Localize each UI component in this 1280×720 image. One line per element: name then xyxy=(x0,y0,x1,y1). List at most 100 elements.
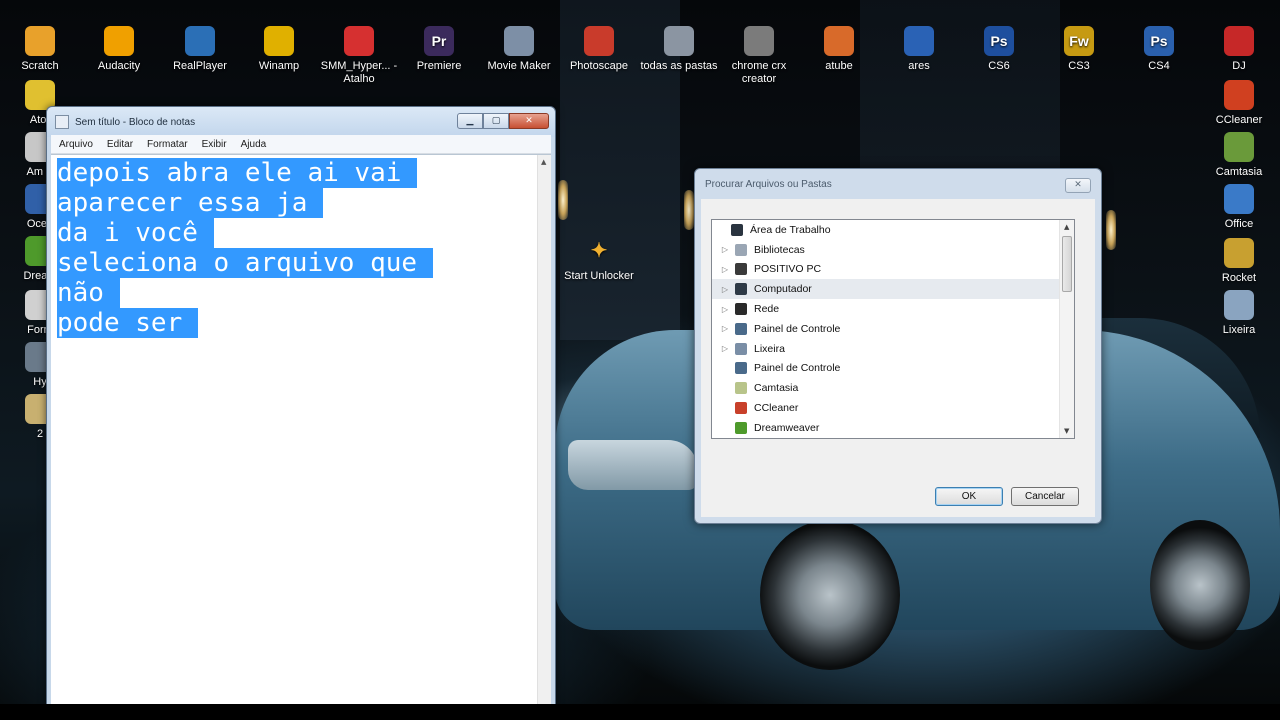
tree-item[interactable]: ▷ Computador xyxy=(712,279,1074,300)
scroll-up-arrow-icon[interactable]: ▲ xyxy=(1064,223,1069,231)
desktop-icon-headphones[interactable]: Audacity xyxy=(79,26,159,73)
notepad-title: Sem título - Bloco de notas xyxy=(75,116,196,128)
desktop-icon-label: Lixeira xyxy=(1222,324,1256,336)
selected-text: pode ser xyxy=(57,308,199,338)
expand-arrow-icon[interactable]: ▷ xyxy=(720,265,730,274)
desktop-icon-photoscape[interactable]: Photoscape xyxy=(559,26,639,73)
tree-item[interactable]: Dreamweaver xyxy=(712,418,1074,438)
scrollbar-thumb[interactable] xyxy=(1062,236,1072,292)
tree-item[interactable]: ▷ Lixeira xyxy=(712,339,1074,359)
notepad-window-controls: ▁ ▢ ✕ xyxy=(457,113,549,129)
desktop-icon-start-unlocker[interactable]: ✦ Start Unlocker xyxy=(559,236,639,283)
tree-item-label: Dreamweaver xyxy=(754,421,820,434)
tree-item[interactable]: Painel de Controle xyxy=(712,359,1074,379)
tree-item-label: POSITIVO PC xyxy=(754,263,822,276)
expand-arrow-icon[interactable]: ▷ xyxy=(720,324,730,333)
desktop-icon-record[interactable]: SMM_Hyper... - Atalho xyxy=(319,26,399,86)
expand-arrow-icon[interactable]: ▷ xyxy=(720,344,730,353)
desktop-icon-fireworks[interactable]: Fw CS3 xyxy=(1039,26,1119,73)
notepad-menubar: Arquivo Editar Formatar Exibir Ajuda xyxy=(51,135,551,154)
ok-button[interactable]: OK xyxy=(935,487,1003,506)
desktop-icon-label: CS4 xyxy=(1148,60,1170,72)
scroll-down-arrow-icon[interactable]: ▼ xyxy=(1064,427,1069,435)
recycle-bin-icon xyxy=(1224,290,1254,320)
tree-item[interactable]: ▷ Bibliotecas xyxy=(712,240,1074,260)
photoscape-icon xyxy=(584,26,614,56)
dialog-titlebar[interactable]: Procurar Arquivos ou Pastas xyxy=(695,169,1101,199)
desktop-icon-photoshop[interactable]: Ps CS4 xyxy=(1119,26,1199,73)
text-line: não xyxy=(57,278,551,308)
office-icon xyxy=(1224,184,1254,214)
street-lamp xyxy=(684,190,694,230)
text-line: aparecer essa ja xyxy=(57,188,551,218)
expand-arrow-icon[interactable]: ▷ xyxy=(720,305,730,314)
lightning-icon xyxy=(264,26,294,56)
desktop-icon-label: atube xyxy=(825,60,853,72)
expand-arrow-icon[interactable]: ▷ xyxy=(720,245,730,254)
tree-item[interactable]: ▷ Rede xyxy=(712,299,1074,319)
folder-tree[interactable]: Área de Trabalho ▷ Bibliotecas ▷ POSITIVO PC… xyxy=(711,219,1075,439)
desktop-icon-chrome[interactable]: chrome crx creator xyxy=(719,26,799,86)
desktop-icon-cat[interactable]: Scratch xyxy=(0,26,80,73)
car-wheel xyxy=(760,520,900,670)
tree-item[interactable]: CCleaner xyxy=(712,398,1074,418)
desktop-icon-recycle-bin[interactable]: Lixeira xyxy=(1199,290,1279,337)
desktop-icon-folder[interactable]: todas as pastas xyxy=(639,26,719,73)
screen-bottom-edge xyxy=(0,704,1280,720)
selected-text: aparecer essa ja xyxy=(57,188,324,218)
notepad-vertical-scrollbar[interactable]: ▲ xyxy=(537,155,551,705)
library-icon xyxy=(735,243,747,256)
desktop-icon-dj[interactable]: DJ xyxy=(1199,26,1279,73)
desktop-icon-label: Hy xyxy=(33,376,47,388)
desktop-icon-ccleaner[interactable]: CCleaner xyxy=(1199,80,1279,127)
premiere-icon: Pr xyxy=(424,26,454,56)
menu-arquivo[interactable]: Arquivo xyxy=(59,139,93,150)
minimize-button[interactable]: ▁ xyxy=(457,113,483,129)
desktop-icon-label: ares xyxy=(908,60,930,72)
desktop-icon-label: DJ xyxy=(1232,60,1246,72)
desktop-icon-label: Audacity xyxy=(97,60,141,72)
tree-item[interactable]: Camtasia xyxy=(712,378,1074,398)
selected-text: da i você xyxy=(57,218,214,248)
dialog-close-button[interactable]: ✕ xyxy=(1065,178,1091,193)
desktop-icon-lightning[interactable]: Winamp xyxy=(239,26,319,73)
camtasia-icon xyxy=(735,382,747,395)
desktop-icon-camtasia[interactable]: Camtasia xyxy=(1199,132,1279,179)
menu-exibir[interactable]: Exibir xyxy=(202,139,227,150)
desktop-icon-label: CS6 xyxy=(988,60,1010,72)
car-wheel xyxy=(1150,520,1250,650)
cancel-button[interactable]: Cancelar xyxy=(1011,487,1079,506)
menu-formatar[interactable]: Formatar xyxy=(147,139,188,150)
tree-item-label: Rede xyxy=(754,303,780,316)
desktop-icon-premiere[interactable]: Pr Premiere xyxy=(399,26,479,73)
record-icon xyxy=(344,26,374,56)
maximize-button[interactable]: ▢ xyxy=(483,113,509,129)
folder-tree-scrollbar[interactable]: ▲ ▼ xyxy=(1059,220,1074,438)
notepad-window[interactable]: Sem título - Bloco de notas ▁ ▢ ✕ Arquiv… xyxy=(46,106,556,706)
desktop-icon-film[interactable]: Movie Maker xyxy=(479,26,559,73)
desktop-icon-office[interactable]: Office xyxy=(1199,184,1279,231)
scroll-up-arrow-icon[interactable]: ▲ xyxy=(541,158,546,166)
desktop-icon-realplayer[interactable]: RealPlayer xyxy=(160,26,240,73)
tree-item-label: CCleaner xyxy=(754,402,799,415)
desktop-icon-label: Start Unlocker xyxy=(564,270,634,282)
desktop-icon-atube[interactable]: atube xyxy=(799,26,879,73)
expand-arrow-icon[interactable]: ▷ xyxy=(720,285,730,294)
desktop-icon-photoshop[interactable]: Ps CS6 xyxy=(959,26,1039,73)
folder-tree-rows: Área de Trabalho ▷ Bibliotecas ▷ POSITIVO PC… xyxy=(712,220,1074,438)
browse-folder-dialog[interactable]: Procurar Arquivos ou Pastas ✕ Área de Tr… xyxy=(694,168,1102,524)
tree-item[interactable]: ▷ Painel de Controle xyxy=(712,319,1074,339)
tree-item[interactable]: ▷ POSITIVO PC xyxy=(712,260,1074,280)
tree-item-label: Área de Trabalho xyxy=(750,223,831,236)
desktop-icon-rocket[interactable]: Rocket xyxy=(1199,238,1279,285)
tree-item[interactable]: Área de Trabalho xyxy=(712,220,1074,240)
menu-ajuda[interactable]: Ajuda xyxy=(241,139,267,150)
tree-item-label: Bibliotecas xyxy=(754,243,805,256)
close-button[interactable]: ✕ xyxy=(509,113,549,129)
desktop-icon-label: CS3 xyxy=(1068,60,1090,72)
film-icon xyxy=(504,26,534,56)
menu-editar[interactable]: Editar xyxy=(107,139,133,150)
street-lamp xyxy=(1106,210,1116,250)
desktop-icon-ares[interactable]: ares xyxy=(879,26,959,73)
notepad-text-area[interactable]: depois abra ele ai vai aparecer essa ja … xyxy=(51,154,551,705)
